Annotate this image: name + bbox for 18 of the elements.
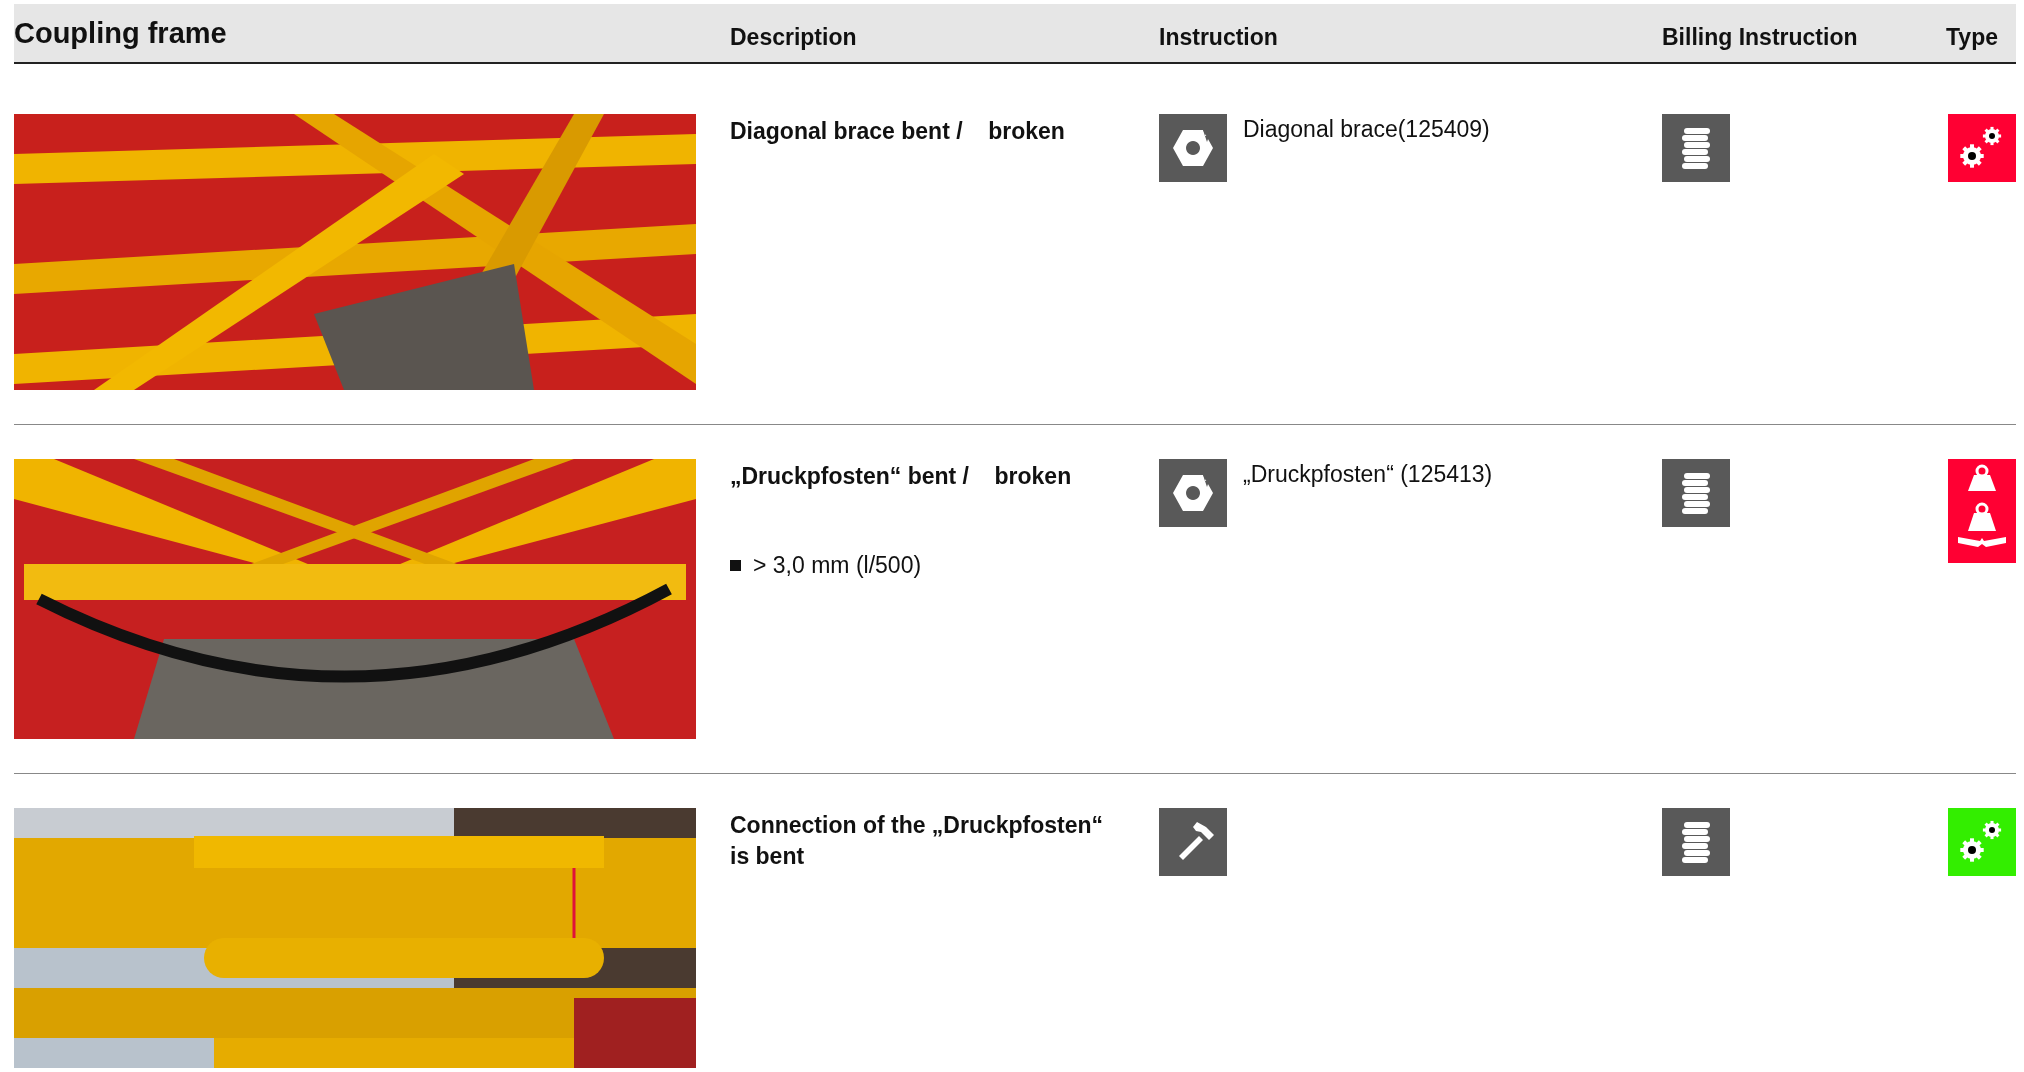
part-number-text: Diagonal brace(125409): [1243, 115, 1490, 143]
column-header: Description: [730, 22, 857, 51]
damage-description: „Druckpfosten“ bent / broken: [730, 462, 1073, 491]
nut-icon: [1159, 459, 1227, 527]
coins-icon: [1662, 808, 1730, 876]
damage-description: Connection of the „Druckpfosten“ is bent: [730, 811, 1105, 871]
coins-icon: [1662, 459, 1730, 527]
hammer-icon: [1159, 808, 1227, 876]
damage-description: Diagonal brace bent / broken: [730, 117, 1066, 146]
column-header: Instruction: [1159, 22, 1278, 51]
column-header: Type: [1946, 22, 1998, 51]
coins-icon: [1662, 114, 1730, 182]
criterion-text: > 3,0 mm (l/500): [753, 552, 922, 579]
part-number-text: „Druckpfosten“ (125413): [1243, 460, 1493, 488]
bullet-icon: [730, 560, 741, 571]
page-title: Coupling frame: [14, 16, 227, 50]
column-header: Billing Instruction: [1662, 22, 1858, 51]
nut-icon: [1159, 114, 1227, 182]
